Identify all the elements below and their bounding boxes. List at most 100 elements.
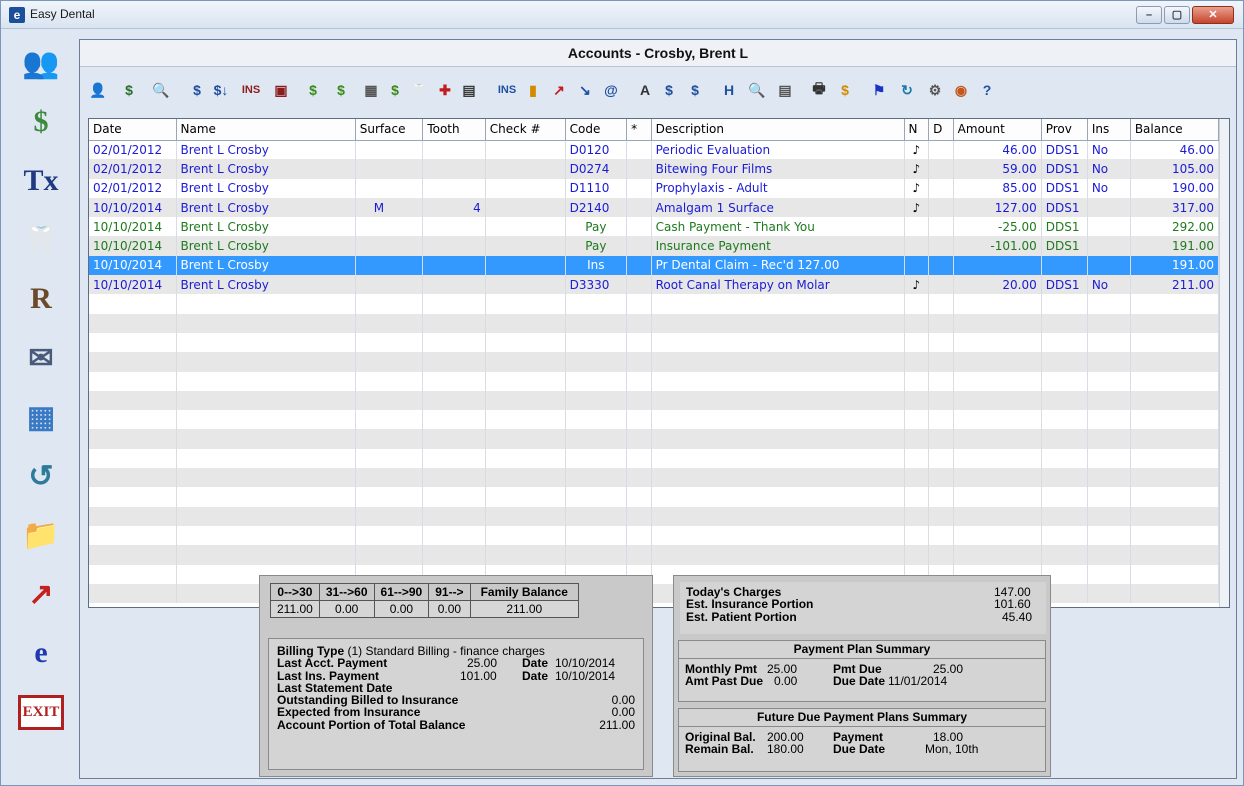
treatment-plan-icon[interactable]: Tx [13,155,69,207]
family-file-icon[interactable]: 👥 [13,37,69,89]
claim-icon[interactable]: ↗ [546,78,572,102]
column-header-ins[interactable]: Ins [1087,119,1131,141]
column-header-n[interactable]: N [904,119,930,141]
medical-alert-icon[interactable]: ✚ [432,78,458,102]
column-header-tooth[interactable]: Tooth [422,119,486,141]
column-header-check-number[interactable]: Check # [485,119,566,141]
transfer-icon[interactable]: $ [382,78,408,102]
ledger-empty-cell [953,313,1042,333]
ledger-cell-star [626,197,652,218]
ledger-empty-cell [565,352,628,372]
statement-note-icon[interactable]: $ [682,78,708,102]
ledger-row[interactable]: 10/10/2014 Brent L Crosby M 4 D2140 Amalgam 1… [89,197,1220,218]
ledger-row[interactable]: 10/10/2014 Brent L Crosby Pay Insurance Pay… [89,236,1220,256]
clipboard-icon[interactable]: ▤ [456,78,482,102]
column-header-description[interactable]: Description [651,119,905,141]
finance-icon[interactable]: $ [832,78,858,102]
ledger-empty-cell [651,448,905,469]
tools-icon[interactable]: ⚙ [922,78,948,102]
documents-folder-icon[interactable]: 📁 [13,509,69,561]
ledger-empty-row[interactable] [89,390,1220,411]
ledger-empty-row[interactable] [89,410,1220,430]
column-header-d[interactable]: D [928,119,954,141]
enter-charge-icon[interactable]: $ [300,78,326,102]
vertical-scrollbar[interactable] [1219,119,1229,607]
ledger-empty-cell [1087,583,1131,604]
ledger-empty-row[interactable] [89,468,1220,488]
ledger-empty-row[interactable] [89,352,1220,372]
calculator-icon[interactable]: ▦ [358,78,384,102]
aging-header-61-90: 61-->90 [373,583,430,601]
ledger-row[interactable]: 02/01/2012 Brent L Crosby D1110 Prophylaxis… [89,178,1220,198]
support-icon[interactable]: ◉ [948,78,974,102]
communication-icon[interactable]: ✉ [13,332,69,384]
column-header-star[interactable]: * [626,119,652,141]
help-icon[interactable]: ? [974,78,1000,102]
prescription-icon[interactable]: R [13,273,69,325]
list-view-icon[interactable]: ▤ [772,78,798,102]
column-header-code[interactable]: Code [565,119,628,141]
ledger-empty-cell [904,294,930,314]
flag-icon[interactable]: ⚑ [866,78,892,102]
enter-payment-icon[interactable]: $↓ [208,78,234,102]
exit-icon[interactable]: EXIT [13,686,69,738]
history-icon[interactable]: H [716,78,742,102]
reports-icon[interactable]: ▦ [13,391,69,443]
continuing-care-icon[interactable]: ↺ [13,450,69,502]
ledger-empty-row[interactable] [89,487,1220,507]
ledger-cell-d [928,140,954,160]
account-ledger-icon[interactable]: $ [13,96,69,148]
print-icon[interactable]: 🖶 [806,78,832,102]
electronic-claim-icon[interactable]: ↘ [572,78,598,102]
select-patient-icon[interactable]: 👤 [85,78,111,102]
ledger-empty-row[interactable] [89,332,1220,353]
ledger-empty-row[interactable] [89,371,1220,391]
ledger-row[interactable]: 02/01/2012 Brent L Crosby D0120 Periodic Ev… [89,140,1220,160]
chart-tooth-icon[interactable]: 🦷 [13,214,69,266]
refresh-icon[interactable]: ↻ [894,78,920,102]
ledger-empty-cell [355,371,424,391]
close-button[interactable]: ✕ [1192,6,1234,24]
ledger-empty-cell [904,506,930,526]
text-note-icon[interactable]: A [632,78,658,102]
easy-dental-logo-icon[interactable]: e [13,627,69,679]
minimize-button[interactable]: – [1136,6,1162,24]
ins-info-icon[interactable]: INS [494,78,520,102]
ledger-empty-cell [928,294,954,314]
ledger-empty-cell [904,487,930,507]
ledger-grid[interactable]: Date Name Surface Tooth Check # Code * Descript… [88,118,1230,608]
ledger-empty-row[interactable] [89,429,1220,449]
apply-icon[interactable]: ▣ [268,78,294,102]
ledger-empty-row[interactable] [89,525,1220,546]
ledger-row[interactable]: 10/10/2014 Brent L Crosby Pay Cash Payment … [89,217,1220,237]
ledger-row[interactable]: 10/10/2014 Brent L Crosby Ins Pr Dental Cla… [89,255,1220,276]
ledger-row[interactable]: 02/01/2012 Brent L Crosby D0274 Bitewing Fo… [89,159,1220,179]
analysis-chart-icon[interactable]: ↗ [13,568,69,620]
email-icon[interactable]: @ [598,78,624,102]
column-header-balance[interactable]: Balance [1130,119,1220,141]
ledger-empty-row[interactable] [89,294,1220,314]
column-header-provider[interactable]: Prov [1041,119,1088,141]
magnify-icon[interactable]: 🔍 [744,78,770,102]
column-header-amount[interactable]: Amount [953,119,1042,141]
ledger-empty-row[interactable] [89,448,1220,469]
ledger-empty-row[interactable] [89,506,1220,526]
bar-graph-icon[interactable]: ▮ [520,78,546,102]
column-header-date[interactable]: Date [89,119,177,141]
ledger-cell-ins [1087,236,1131,256]
ledger-note-icon[interactable]: $ [656,78,682,102]
statement-icon[interactable]: $ [116,78,142,102]
ledger-empty-cell [176,525,356,546]
maximize-button[interactable]: ▢ [1164,6,1190,24]
column-header-surface[interactable]: Surface [355,119,424,141]
ledger-empty-row[interactable] [89,313,1220,333]
enter-adjustment-icon[interactable]: $ [328,78,354,102]
ledger-empty-row[interactable] [89,545,1220,565]
ledger-empty-cell [176,506,356,526]
insurance-icon[interactable]: INS [238,78,264,102]
column-header-name[interactable]: Name [176,119,356,141]
codes-icon[interactable]: 🦷 [406,78,432,102]
guarantor-payment-icon[interactable]: $ [184,78,210,102]
ledger-row[interactable]: 10/10/2014 Brent L Crosby D3330 Root Canal … [89,275,1220,295]
search-icon[interactable]: 🔍 [148,78,174,102]
